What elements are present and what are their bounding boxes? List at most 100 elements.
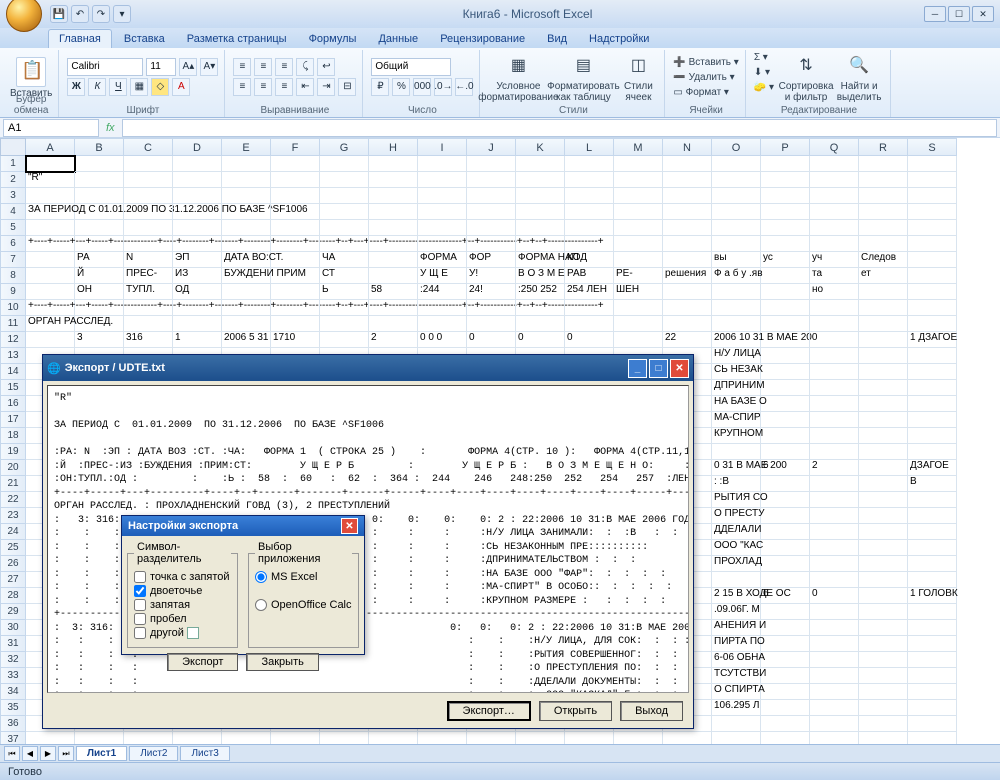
other-delim-input[interactable] (187, 627, 199, 639)
decrease-font-icon[interactable]: A▾ (200, 58, 218, 76)
cell[interactable] (810, 220, 859, 236)
row-header[interactable]: 14 (0, 364, 26, 380)
cell[interactable] (614, 332, 663, 348)
cell[interactable] (761, 380, 810, 396)
cell[interactable]: 6 (761, 460, 810, 476)
cell[interactable] (271, 300, 320, 316)
cell[interactable] (761, 172, 810, 188)
row-header[interactable]: 17 (0, 412, 26, 428)
cell[interactable] (222, 284, 271, 300)
clear-icon[interactable]: 🧽 ▾ (754, 80, 774, 95)
cell[interactable]: ЧА (320, 252, 369, 268)
cell[interactable] (810, 204, 859, 220)
cell[interactable] (761, 508, 810, 524)
cell[interactable] (565, 156, 614, 172)
cell[interactable] (810, 604, 859, 620)
formula-input[interactable] (122, 119, 997, 137)
cell[interactable] (418, 220, 467, 236)
cell[interactable] (516, 236, 565, 252)
cell[interactable]: ФОР (467, 252, 516, 268)
cell[interactable] (369, 316, 418, 332)
cell[interactable] (271, 284, 320, 300)
font-color-icon[interactable]: A (172, 78, 190, 96)
cell[interactable] (26, 268, 75, 284)
cell[interactable] (908, 236, 957, 252)
cell[interactable] (173, 156, 222, 172)
currency-icon[interactable]: ₽ (371, 78, 389, 96)
dialog-maximize-button[interactable]: □ (649, 359, 668, 378)
sheet-tab[interactable]: Лист3 (180, 746, 229, 761)
cell[interactable] (467, 204, 516, 220)
cell[interactable] (761, 396, 810, 412)
cell[interactable] (173, 220, 222, 236)
cell[interactable] (908, 284, 957, 300)
cell[interactable] (75, 316, 124, 332)
cell[interactable]: 0 (810, 588, 859, 604)
cell[interactable] (663, 252, 712, 268)
cell[interactable] (222, 316, 271, 332)
cell[interactable] (271, 316, 320, 332)
cell[interactable]: 22 (663, 332, 712, 348)
row-header[interactable]: 18 (0, 428, 26, 444)
cell[interactable] (173, 172, 222, 188)
settings-export-button[interactable]: Экспорт (167, 653, 238, 671)
cell[interactable] (418, 156, 467, 172)
cell[interactable]: 0 (516, 332, 565, 348)
number-format-select[interactable] (371, 58, 451, 76)
cell[interactable] (173, 204, 222, 220)
cell[interactable] (26, 252, 75, 268)
cell[interactable]: Следов (859, 252, 908, 268)
cell[interactable] (761, 700, 810, 716)
cell[interactable] (369, 204, 418, 220)
cell[interactable] (761, 332, 810, 348)
opt-semicolon[interactable]: точка с запятой (134, 571, 231, 583)
delete-cells-button[interactable]: ➖ Удалить ▾ (673, 70, 738, 85)
row-header[interactable]: 28 (0, 588, 26, 604)
cell[interactable] (761, 188, 810, 204)
cell[interactable] (810, 188, 859, 204)
row-header[interactable]: 36 (0, 716, 26, 732)
cell[interactable]: ТУПЛ. (124, 284, 173, 300)
orientation-icon[interactable]: ⤹ (296, 58, 314, 76)
cell[interactable]: 316 (124, 332, 173, 348)
cell[interactable] (761, 412, 810, 428)
italic-icon[interactable]: К (88, 78, 106, 96)
cell[interactable] (859, 300, 908, 316)
cell[interactable] (320, 236, 369, 252)
cell[interactable] (26, 332, 75, 348)
cell[interactable]: :250 252 (516, 284, 565, 300)
minimize-button[interactable]: ─ (924, 6, 946, 22)
cell[interactable] (663, 284, 712, 300)
cell[interactable] (369, 172, 418, 188)
cell[interactable] (271, 172, 320, 188)
cell[interactable]: О ПРЕСТУ (712, 508, 761, 524)
cell[interactable]: : :В (712, 476, 761, 492)
row-header[interactable]: 25 (0, 540, 26, 556)
find-select-button[interactable]: 🔍Найти и выделить (834, 50, 884, 105)
row-header[interactable]: 3 (0, 188, 26, 204)
align-left-icon[interactable]: ≡ (233, 78, 251, 96)
align-middle-icon[interactable]: ≡ (254, 58, 272, 76)
cell[interactable] (859, 396, 908, 412)
cell[interactable] (124, 188, 173, 204)
cell[interactable] (75, 188, 124, 204)
row-header[interactable]: 4 (0, 204, 26, 220)
cell[interactable] (712, 300, 761, 316)
cell[interactable] (859, 524, 908, 540)
cell[interactable] (712, 444, 761, 460)
row-header[interactable]: 21 (0, 476, 26, 492)
column-header[interactable]: L (565, 138, 614, 156)
cell[interactable] (516, 188, 565, 204)
cell[interactable] (369, 220, 418, 236)
cell[interactable]: РАВ (565, 268, 614, 284)
cell[interactable]: В О З М Е (516, 268, 565, 284)
cell[interactable] (516, 172, 565, 188)
cell[interactable] (712, 204, 761, 220)
cell[interactable] (859, 188, 908, 204)
cell[interactable] (810, 348, 859, 364)
cell[interactable] (859, 668, 908, 684)
row-header[interactable]: 16 (0, 396, 26, 412)
cell[interactable] (663, 236, 712, 252)
column-header[interactable]: K (516, 138, 565, 156)
row-header[interactable]: 2 (0, 172, 26, 188)
